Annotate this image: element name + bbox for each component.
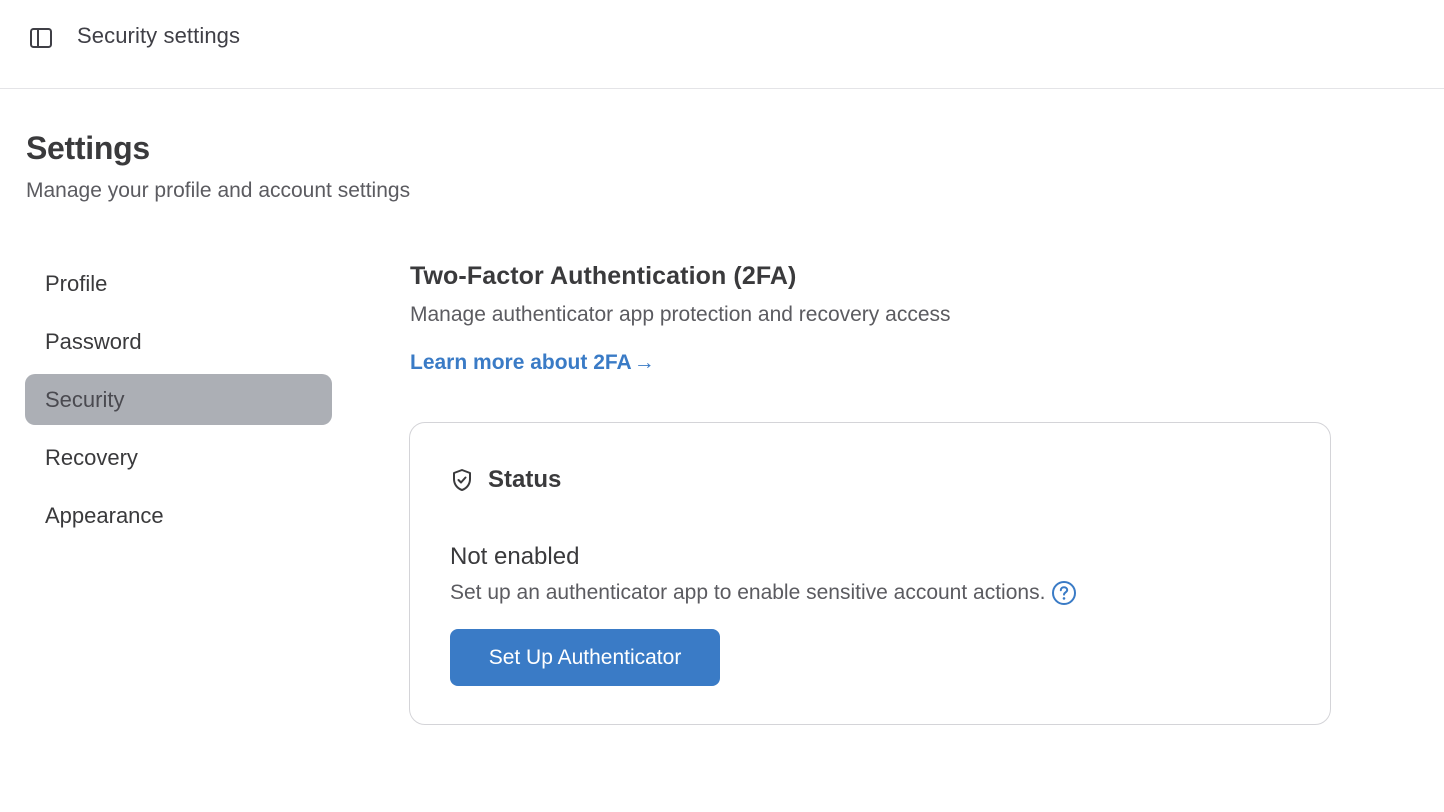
page-title: Settings	[26, 130, 150, 166]
nav-item-label: Password	[45, 328, 142, 354]
status-heading: Status	[488, 466, 562, 493]
status-description: Set up an authenticator app to enable se…	[450, 581, 1046, 604]
nav-item-recovery[interactable]: Recovery	[25, 432, 332, 483]
shield-check-icon	[450, 468, 474, 492]
nav-item-profile[interactable]: Profile	[25, 258, 332, 309]
page-subtitle: Manage your profile and account settings	[26, 179, 411, 202]
nav-item-label: Appearance	[45, 502, 164, 528]
learn-more-link[interactable]: Learn more about 2FA →	[410, 351, 655, 375]
sidebar-toggle-icon[interactable]	[28, 26, 54, 50]
status-heading-row: Status	[450, 466, 561, 494]
top-bar-title: Security settings	[77, 23, 241, 48]
nav-item-label: Security	[45, 386, 125, 412]
question-circle-icon[interactable]	[1051, 580, 1077, 606]
settings-nav: Profile Password Security Recovery Appea…	[25, 258, 332, 548]
arrow-right-icon: →	[633, 351, 655, 374]
nav-item-appearance[interactable]: Appearance	[25, 490, 332, 541]
nav-item-label: Profile	[45, 270, 108, 296]
nav-item-security[interactable]: Security	[25, 374, 332, 425]
status-value: Not enabled	[450, 543, 580, 570]
nav-item-label: Recovery	[45, 444, 138, 470]
set-up-authenticator-button[interactable]: Set Up Authenticator	[450, 629, 720, 686]
top-bar: Security settings	[0, 0, 1444, 89]
learn-more-label: Learn more about 2FA	[410, 351, 632, 374]
section-description: Manage authenticator app protection and …	[410, 303, 951, 326]
section-title: Two-Factor Authentication (2FA)	[410, 262, 797, 290]
status-description-row: Set up an authenticator app to enable se…	[450, 580, 1077, 606]
nav-item-password[interactable]: Password	[25, 316, 332, 367]
status-card: Status Not enabled Set up an authenticat…	[409, 422, 1331, 725]
